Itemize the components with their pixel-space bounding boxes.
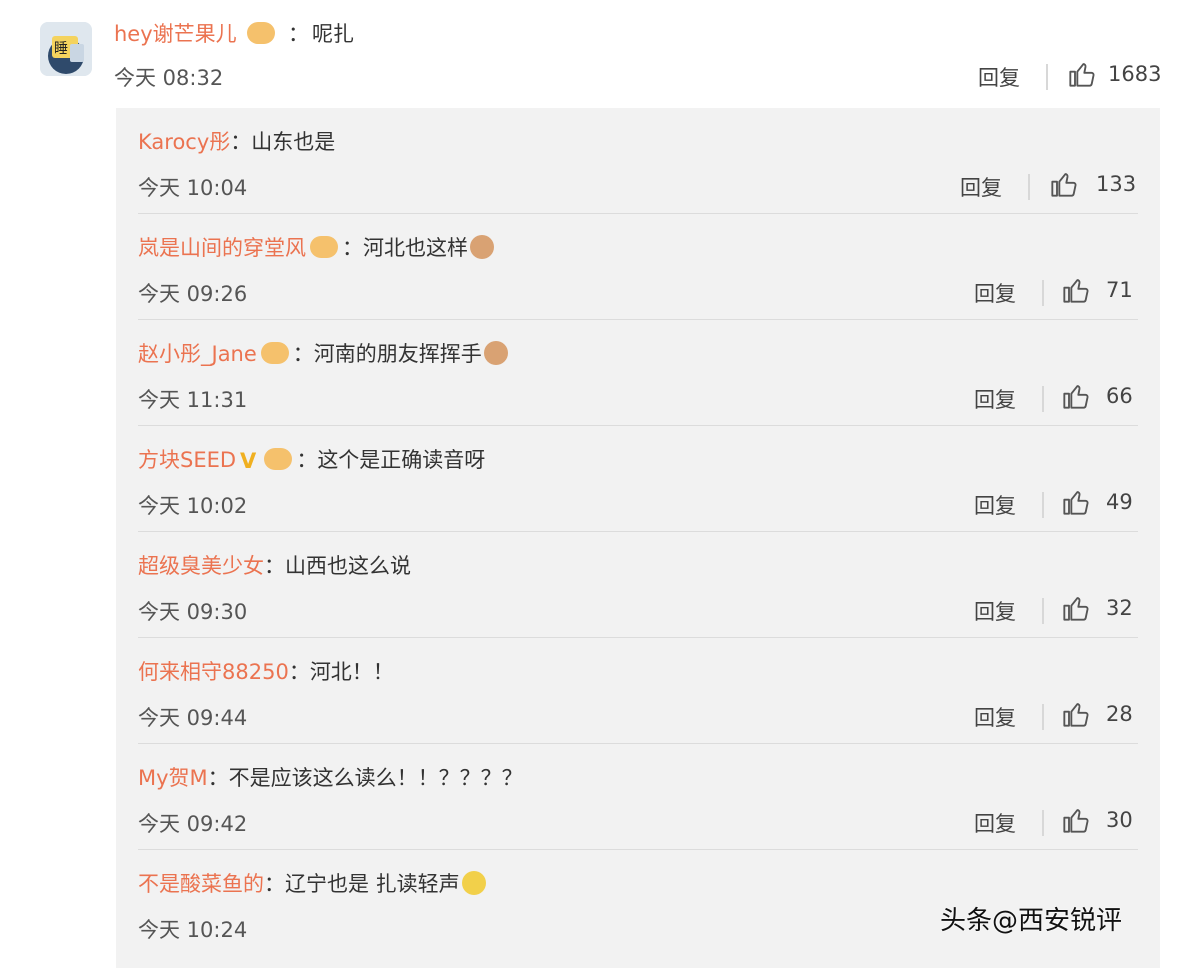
reply-username[interactable]: 不是酸菜鱼的 [138, 872, 264, 896]
like-count: 32 [1106, 596, 1133, 620]
reply-time: 今天 10:24 [138, 918, 248, 942]
divider [1042, 598, 1044, 624]
reply-line: 方块SEED V ：这个是正确读音呀 [138, 444, 485, 474]
thumbs-up-icon[interactable] [1050, 170, 1078, 198]
reply-line: My贺M：不是应该这么读么！！？？？？ [138, 762, 523, 792]
member-badge-icon [247, 22, 276, 44]
thumbs-up-icon[interactable] [1062, 276, 1090, 304]
reply-line: 赵小彤_Jane ：河南的朋友挥挥手 [138, 338, 508, 368]
reply-username[interactable]: My贺M [138, 766, 208, 790]
reply-time: 今天 09:42 [138, 812, 248, 836]
username-text[interactable]: hey谢芒果儿 [114, 22, 237, 46]
reply-line: Karocy彤：山东也是 [138, 126, 335, 156]
reply-time: 今天 10:04 [138, 176, 248, 200]
top-comment-colon: ： [288, 22, 309, 46]
reply-username[interactable]: 赵小彤_Jane [138, 342, 257, 366]
watermark: 头条@西安锐评 [940, 906, 1123, 936]
reply-item: 岚是山间的穿堂风 ：河北也这样 今天 09:26 回复 71 [116, 214, 1160, 320]
reply-username[interactable]: 超级臭美少女 [138, 554, 264, 578]
like-count: 133 [1096, 172, 1137, 196]
like-count: 28 [1106, 702, 1133, 726]
top-comment-time: 今天 08:32 [114, 66, 224, 90]
reply-colon: ： [292, 342, 314, 366]
reply-text: 这个是正确读音呀 [317, 448, 486, 472]
reply-button[interactable]: 回复 [974, 490, 1016, 520]
like-count: 71 [1106, 278, 1133, 302]
reply-item: 方块SEED V ：这个是正确读音呀 今天 10:02 回复 49 [116, 426, 1160, 532]
reply-button[interactable]: 回复 [960, 172, 1002, 202]
divider [1042, 492, 1044, 518]
reply-button[interactable]: 回复 [974, 596, 1016, 626]
reply-colon: ： [264, 872, 285, 896]
thumbs-up-icon[interactable] [1068, 60, 1096, 88]
reply-text: 山西也这么说 [285, 554, 411, 578]
reply-item: Karocy彤：山东也是 今天 10:04 回复 133 [116, 108, 1160, 214]
verified-v-icon: V [240, 449, 257, 473]
reply-username[interactable]: Karocy彤 [138, 130, 230, 154]
reply-username[interactable]: 何来相守88250 [138, 660, 289, 684]
member-badge-icon [310, 236, 338, 258]
member-badge-icon [260, 342, 289, 364]
reply-time: 今天 09:30 [138, 600, 248, 624]
svg-text:睡: 睡 [54, 41, 68, 57]
reply-item: My贺M：不是应该这么读么！！？？？？ 今天 09:42 回复 30 [116, 744, 1160, 850]
replies-panel: Karocy彤：山东也是 今天 10:04 回复 133 岚是山间的穿堂风 ：河北… [116, 108, 1160, 968]
reply-item: 何来相守88250：河北！！ 今天 09:44 回复 28 [116, 638, 1160, 744]
reply-text: 河北也这样 [363, 236, 468, 260]
reply-colon: ： [296, 448, 318, 472]
thumbs-up-icon[interactable] [1062, 488, 1090, 516]
reply-item: 超级臭美少女：山西也这么说 今天 09:30 回复 32 [116, 532, 1160, 638]
reply-line: 不是酸菜鱼的：辽宁也是 扎读轻声 [138, 868, 486, 898]
reply-time: 今天 11:31 [138, 388, 248, 412]
divider [1042, 386, 1044, 412]
avatar-sleep-icon: 睡 [40, 22, 92, 76]
reply-text: 不是应该这么读么！！？？？？ [228, 766, 523, 790]
reply-colon: ： [288, 660, 310, 684]
reply-time: 今天 10:02 [138, 494, 248, 518]
reply-time: 今天 09:44 [138, 706, 248, 730]
reply-line: 超级臭美少女：山西也这么说 [138, 550, 411, 580]
divider [1042, 704, 1044, 730]
like-count: 30 [1106, 808, 1133, 832]
reply-username[interactable]: 岚是山间的穿堂风 [138, 236, 306, 260]
thumbs-up-icon[interactable] [1062, 806, 1090, 834]
reply-button[interactable]: 回复 [974, 808, 1016, 838]
reply-colon: ： [230, 130, 252, 154]
reply-item: 赵小彤_Jane ：河南的朋友挥挥手 今天 11:31 回复 66 [116, 320, 1160, 426]
divider [1046, 64, 1048, 90]
facepalm-emoji-icon [483, 341, 508, 365]
divider [1042, 810, 1044, 836]
reply-text: 辽宁也是 扎读轻声 [285, 872, 460, 896]
divider [1042, 280, 1044, 306]
thumbs-up-icon[interactable] [1062, 594, 1090, 622]
like-count: 49 [1106, 490, 1133, 514]
reply-button[interactable]: 回复 [974, 702, 1016, 732]
avatar[interactable]: 睡 [40, 22, 92, 76]
top-comment-username[interactable]: hey谢芒果儿 [114, 18, 279, 48]
thumbs-up-icon[interactable] [1062, 700, 1090, 728]
reply-time: 今天 09:26 [138, 282, 248, 306]
reply-text: 山东也是 [251, 130, 336, 154]
top-comment-reply-button[interactable]: 回复 [978, 62, 1020, 92]
reply-line: 何来相守88250：河北！！ [138, 656, 394, 686]
member-badge-icon [264, 448, 293, 470]
reply-colon: ： [207, 766, 229, 790]
divider [1028, 174, 1030, 200]
reply-button[interactable]: 回复 [974, 384, 1016, 414]
laughing-emoji-icon [461, 871, 486, 895]
reply-colon: ： [342, 236, 363, 260]
top-comment-text: 呢扎 [312, 22, 354, 46]
reply-text: 河北！！ [309, 660, 394, 684]
like-count: 66 [1106, 384, 1133, 408]
reply-username[interactable]: 方块SEED [138, 448, 236, 472]
top-comment-like-count: 1683 [1108, 62, 1162, 86]
reply-button[interactable]: 回复 [974, 278, 1016, 308]
reply-line: 岚是山间的穿堂风 ：河北也这样 [138, 232, 494, 262]
thumbs-up-icon[interactable] [1062, 382, 1090, 410]
reply-text: 河南的朋友挥挥手 [313, 342, 482, 366]
reply-colon: ： [264, 554, 285, 578]
facepalm-emoji-icon [470, 235, 494, 259]
